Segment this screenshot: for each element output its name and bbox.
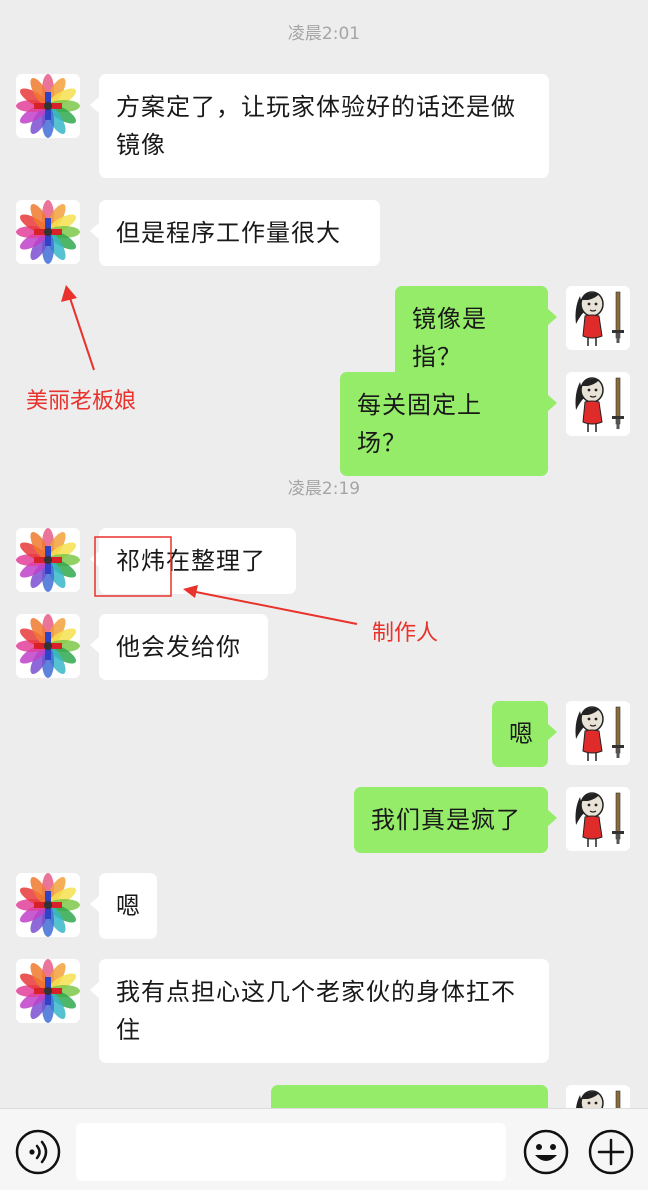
annotation-arrow	[195, 591, 358, 625]
voice-icon[interactable]	[13, 1127, 63, 1177]
input-bar	[0, 1108, 648, 1190]
highlight-box	[94, 536, 172, 597]
annotation-arrowhead	[61, 285, 77, 302]
chat-area[interactable]: 凌晨2:01 方案定了，让玩家体验好的话还是做镜像 但是程序工作量很大 镜像是指…	[0, 0, 648, 1108]
annotation-arrow	[69, 297, 95, 371]
plus-icon[interactable]	[586, 1127, 636, 1177]
annotation-overlay	[61, 285, 358, 625]
annotation-label-boss: 美丽老板娘	[26, 389, 137, 414]
emoji-icon[interactable]	[521, 1127, 571, 1177]
annotation-label-producer: 制作人	[372, 621, 439, 646]
message-input[interactable]	[76, 1123, 506, 1181]
annotation-arrowhead	[183, 585, 198, 598]
